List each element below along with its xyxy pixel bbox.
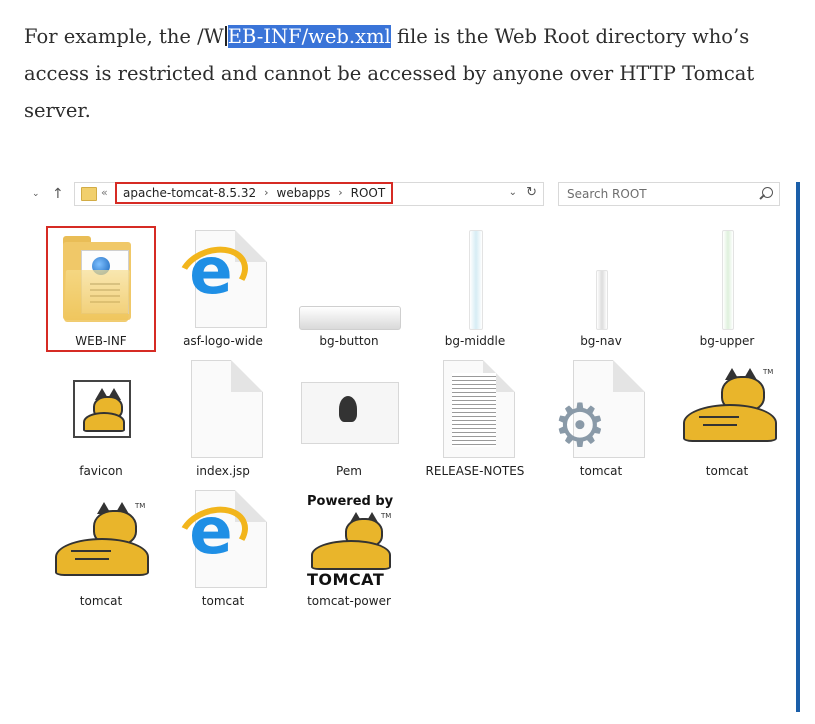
file-label: bg-button <box>319 334 379 348</box>
breadcrumb-item-root[interactable]: ROOT <box>351 184 386 202</box>
search-input[interactable] <box>567 185 747 203</box>
tomcat-logo-icon: TM <box>51 490 151 590</box>
image-thumb-icon <box>677 230 777 330</box>
file-item-tomcat-gear[interactable]: ⚙ tomcat <box>546 356 656 482</box>
file-item-web-inf[interactable]: WEB-INF <box>46 226 156 352</box>
address-row: ⌄ ↑ « apache-tomcat-8.5.32 › webapps › R… <box>24 174 784 216</box>
selected-text[interactable]: EB-INF/web.xml <box>227 25 391 48</box>
breadcrumb-separator-icon[interactable]: › <box>264 184 268 202</box>
article-text-before: For example, the /W <box>24 25 224 48</box>
file-item-favicon[interactable]: favicon <box>46 356 156 482</box>
pem-file-icon <box>299 360 399 460</box>
file-item-tomcat-html[interactable]: e tomcat <box>168 486 278 612</box>
folder-mini-icon <box>81 187 97 201</box>
file-label: bg-upper <box>699 334 755 348</box>
file-item-bg-middle[interactable]: bg-middle <box>420 226 530 352</box>
vertical-scrollbar[interactable] <box>796 182 800 712</box>
folder-icon <box>51 230 151 330</box>
file-item-tomcat-power[interactable]: Powered by TM TOMCAT tomcat-power <box>294 486 404 612</box>
file-item-bg-upper[interactable]: bg-upper <box>672 226 782 352</box>
file-item-tomcat-logo-1[interactable]: TM tomcat <box>672 356 782 482</box>
file-explorer-window: ⌄ ↑ « apache-tomcat-8.5.32 › webapps › R… <box>24 174 800 714</box>
article-paragraph: For example, the /W EB-INF/web.xml file i… <box>24 18 794 129</box>
refresh-icon[interactable]: ↻ <box>526 185 537 200</box>
file-label: WEB-INF <box>75 334 127 348</box>
address-dropdown-icon[interactable]: ⌄ <box>509 187 517 198</box>
breadcrumb-separator-icon[interactable]: › <box>338 184 342 202</box>
file-label: bg-nav <box>580 334 622 348</box>
breadcrumb: apache-tomcat-8.5.32 › webapps › ROOT <box>115 182 394 204</box>
text-file-icon <box>425 360 525 460</box>
powered-by-text: Powered by <box>307 494 394 509</box>
overflow-chevron-icon[interactable]: « <box>101 186 108 199</box>
file-item-index-jsp[interactable]: index.jsp <box>168 356 278 482</box>
tomcat-favicon-icon <box>51 360 151 460</box>
file-label: tomcat <box>79 594 123 608</box>
tomcat-logo-icon: TM <box>677 360 777 460</box>
file-label: tomcat <box>201 594 245 608</box>
search-box[interactable] <box>558 182 780 206</box>
image-thumb-icon <box>299 230 401 330</box>
tomcat-wordmark: TOMCAT <box>307 570 385 589</box>
file-label: tomcat-power <box>307 594 391 608</box>
file-item-tomcat-logo-2[interactable]: TM tomcat <box>46 486 156 612</box>
search-icon[interactable] <box>762 187 773 198</box>
file-label: favicon <box>79 464 123 478</box>
file-item-asf-logo-wide[interactable]: e asf-logo-wide <box>168 226 278 352</box>
ie-html-icon: e <box>170 230 273 330</box>
address-bar[interactable]: « apache-tomcat-8.5.32 › webapps › ROOT … <box>74 182 544 206</box>
file-label: bg-middle <box>444 334 506 348</box>
tomcat-power-icon: Powered by TM TOMCAT <box>299 490 399 590</box>
ie-html-icon: e <box>170 490 273 590</box>
file-item-bg-nav[interactable]: bg-nav <box>546 226 656 352</box>
image-thumb-icon <box>551 230 651 330</box>
file-label: Pem <box>336 464 362 478</box>
gear-file-icon: ⚙ <box>551 360 651 460</box>
file-item-pem[interactable]: Pem <box>294 356 404 482</box>
recent-locations-chevron-icon[interactable]: ⌄ <box>32 184 40 204</box>
file-item-bg-button[interactable]: bg-button <box>294 226 404 352</box>
text-cursor <box>224 26 227 46</box>
file-label: asf-logo-wide <box>183 334 263 348</box>
image-thumb-icon <box>425 230 525 330</box>
breadcrumb-item-apache-tomcat[interactable]: apache-tomcat-8.5.32 <box>123 184 256 202</box>
blank-file-icon <box>173 360 273 460</box>
up-arrow-icon[interactable]: ↑ <box>52 184 64 204</box>
file-label: index.jsp <box>196 464 250 478</box>
breadcrumb-item-webapps[interactable]: webapps <box>277 184 331 202</box>
file-label: tomcat <box>579 464 623 478</box>
file-label: RELEASE-NOTES <box>425 464 525 478</box>
file-item-release-notes[interactable]: RELEASE-NOTES <box>420 356 530 482</box>
file-label: tomcat <box>705 464 749 478</box>
